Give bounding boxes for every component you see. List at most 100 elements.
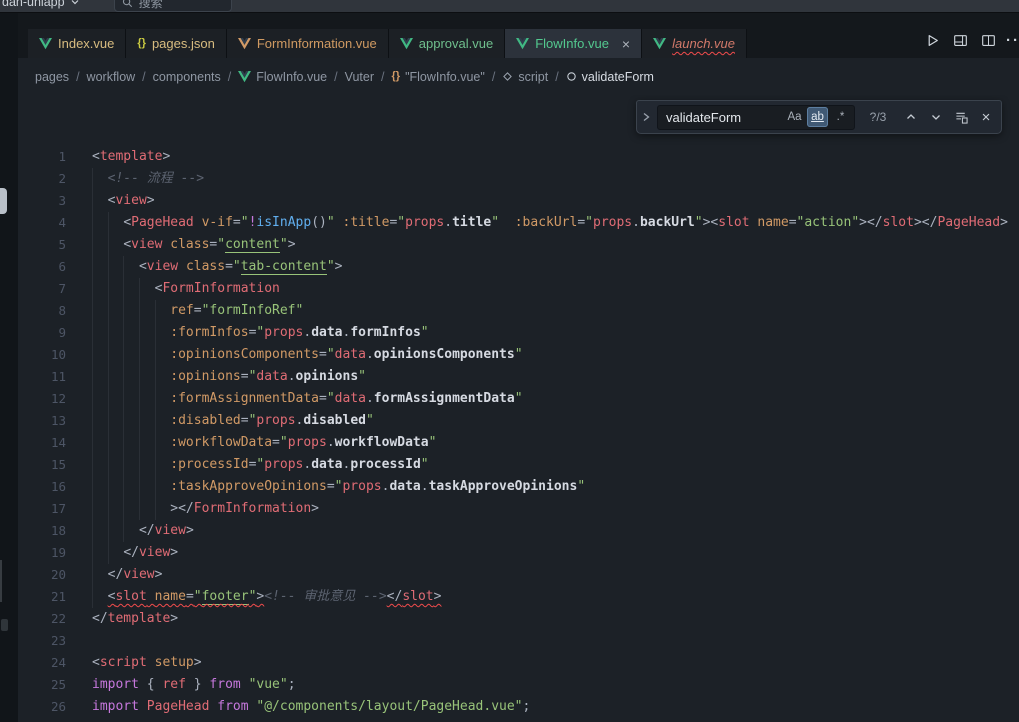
- titlebar: dan-uniapp 搜索: [0, 0, 1019, 13]
- find-in-selection-button[interactable]: [951, 106, 971, 128]
- line-number[interactable]: 20: [18, 564, 66, 586]
- line-number[interactable]: 23: [18, 630, 66, 652]
- code-line[interactable]: 23: [18, 630, 1019, 652]
- find-previous-button[interactable]: [901, 106, 921, 128]
- line-number[interactable]: 1: [18, 146, 66, 168]
- breadcrumb-item-components[interactable]: components: [153, 70, 221, 84]
- line-number[interactable]: 17: [18, 498, 66, 520]
- tab-flowinfo-vue[interactable]: FlowInfo.vue×: [505, 29, 642, 58]
- breadcrumb-item-flowinfo-vue[interactable]: {}"FlowInfo.vue": [392, 70, 485, 84]
- indent-guide: [155, 498, 156, 520]
- line-number[interactable]: 10: [18, 344, 66, 366]
- line-number[interactable]: 19: [18, 542, 66, 564]
- more-actions-button[interactable]: ···: [1006, 30, 1019, 51]
- code-text: </template>: [92, 608, 178, 630]
- code-line[interactable]: 10 :opinionsComponents="data.opinionsCom…: [18, 344, 1019, 366]
- code-text: </view>: [92, 564, 162, 586]
- code-line[interactable]: 14 :workflowData="props.workflowData": [18, 432, 1019, 454]
- code-line[interactable]: 19 </view>: [18, 542, 1019, 564]
- tab-approval-vue[interactable]: approval.vue: [389, 29, 505, 58]
- indent-guide: [108, 498, 109, 520]
- line-number[interactable]: 5: [18, 234, 66, 256]
- indent-guide: [108, 476, 109, 498]
- breadcrumb-item-validateform[interactable]: validateForm: [566, 70, 654, 84]
- code-line[interactable]: 1<template>: [18, 146, 1019, 168]
- breadcrumb-item-pages[interactable]: pages: [35, 70, 69, 84]
- code-line[interactable]: 5 <view class="content">: [18, 234, 1019, 256]
- code-line[interactable]: 11 :opinions="data.opinions": [18, 366, 1019, 388]
- breadcrumb-item-flowinfo-vue[interactable]: FlowInfo.vue: [238, 70, 327, 84]
- code-line[interactable]: 8 ref="formInfoRef": [18, 300, 1019, 322]
- indent-guide: [123, 366, 124, 388]
- code-line[interactable]: 24<script setup>: [18, 652, 1019, 674]
- workspace-menu[interactable]: dan-uniapp: [2, 0, 80, 9]
- line-number[interactable]: 11: [18, 366, 66, 388]
- line-number[interactable]: 16: [18, 476, 66, 498]
- line-number[interactable]: 26: [18, 696, 66, 718]
- line-number[interactable]: 22: [18, 608, 66, 630]
- tab-bar: Index.vue{}pages.jsonFormInformation.vue…: [18, 13, 1019, 58]
- run-button[interactable]: [922, 30, 943, 51]
- find-close-button[interactable]: ×: [976, 106, 996, 128]
- tab-label: pages.json: [152, 36, 215, 51]
- find-next-button[interactable]: [926, 106, 946, 128]
- line-number[interactable]: 14: [18, 432, 66, 454]
- code-line[interactable]: 4 <PageHead v-if="!isInApp()" :title="pr…: [18, 212, 1019, 234]
- indent-guide: [123, 256, 124, 278]
- line-number[interactable]: 7: [18, 278, 66, 300]
- line-number[interactable]: 21: [18, 586, 66, 608]
- tab-pages-json[interactable]: {}pages.json: [126, 29, 226, 58]
- line-number[interactable]: 24: [18, 652, 66, 674]
- code-line[interactable]: 17 ></FormInformation>: [18, 498, 1019, 520]
- line-number[interactable]: 3: [18, 190, 66, 212]
- code-line[interactable]: 20 </view>: [18, 564, 1019, 586]
- titlebar-search[interactable]: 搜索: [114, 0, 232, 12]
- find-input-box: Aaab.*: [657, 105, 855, 130]
- code-line[interactable]: 16 :taskApproveOpinions="props.data.task…: [18, 476, 1019, 498]
- breadcrumb-item-script[interactable]: script: [502, 70, 548, 84]
- code-line[interactable]: 12 :formAssignmentData="data.formAssignm…: [18, 388, 1019, 410]
- code-line[interactable]: 6 <view class="tab-content">: [18, 256, 1019, 278]
- line-number[interactable]: 15: [18, 454, 66, 476]
- tab-launch-vue[interactable]: launch.vue: [642, 29, 747, 58]
- line-number[interactable]: 6: [18, 256, 66, 278]
- line-number[interactable]: 25: [18, 674, 66, 696]
- code-line[interactable]: 13 :disabled="props.disabled": [18, 410, 1019, 432]
- code-line[interactable]: 25import { ref } from "vue";: [18, 674, 1019, 696]
- line-number[interactable]: 2: [18, 168, 66, 190]
- code-line[interactable]: 3 <view>: [18, 190, 1019, 212]
- indent-guide: [92, 256, 93, 278]
- whole-word-toggle[interactable]: ab: [807, 107, 828, 127]
- find-input[interactable]: [666, 110, 782, 125]
- line-number[interactable]: 9: [18, 322, 66, 344]
- code-line[interactable]: 7 <FormInformation: [18, 278, 1019, 300]
- line-number[interactable]: 12: [18, 388, 66, 410]
- line-number[interactable]: 8: [18, 300, 66, 322]
- indent-guide: [123, 344, 124, 366]
- line-number[interactable]: 13: [18, 410, 66, 432]
- tab-forminformation-vue[interactable]: FormInformation.vue: [227, 29, 389, 58]
- toggle-replace-button[interactable]: [639, 111, 652, 123]
- match-case-toggle[interactable]: Aa: [784, 107, 805, 127]
- code-line[interactable]: 15 :processId="props.data.processId": [18, 454, 1019, 476]
- layout-button[interactable]: [950, 30, 971, 51]
- editor[interactable]: Aaab.* ?/3 × 1<template>2 <!-- 流程 -->3 <…: [18, 95, 1019, 722]
- indent-guide: [108, 212, 109, 234]
- regex-toggle[interactable]: .*: [830, 107, 851, 127]
- line-number[interactable]: 18: [18, 520, 66, 542]
- code-text: :opinionsComponents="data.opinionsCompon…: [92, 344, 523, 366]
- code-line[interactable]: 9 :formInfos="props.data.formInfos": [18, 322, 1019, 344]
- split-editor-button[interactable]: [978, 30, 999, 51]
- code-line[interactable]: 21 <slot name="footer"><!-- 审批意见 --></sl…: [18, 586, 1019, 608]
- close-icon[interactable]: ×: [622, 37, 630, 51]
- breadcrumb-item-workflow[interactable]: workflow: [87, 70, 136, 84]
- line-number[interactable]: 4: [18, 212, 66, 234]
- indent-guide: [139, 410, 140, 432]
- code-line[interactable]: 22 </template>: [18, 608, 1019, 630]
- code-line[interactable]: 26import PageHead from "@/components/lay…: [18, 696, 1019, 718]
- breadcrumb-item-vuter[interactable]: Vuter: [345, 70, 374, 84]
- code-line[interactable]: 18 </view>: [18, 520, 1019, 542]
- code-line[interactable]: 2 <!-- 流程 -->: [18, 168, 1019, 190]
- chevron-up-icon: [905, 111, 917, 123]
- tab-index-vue[interactable]: Index.vue: [28, 29, 126, 58]
